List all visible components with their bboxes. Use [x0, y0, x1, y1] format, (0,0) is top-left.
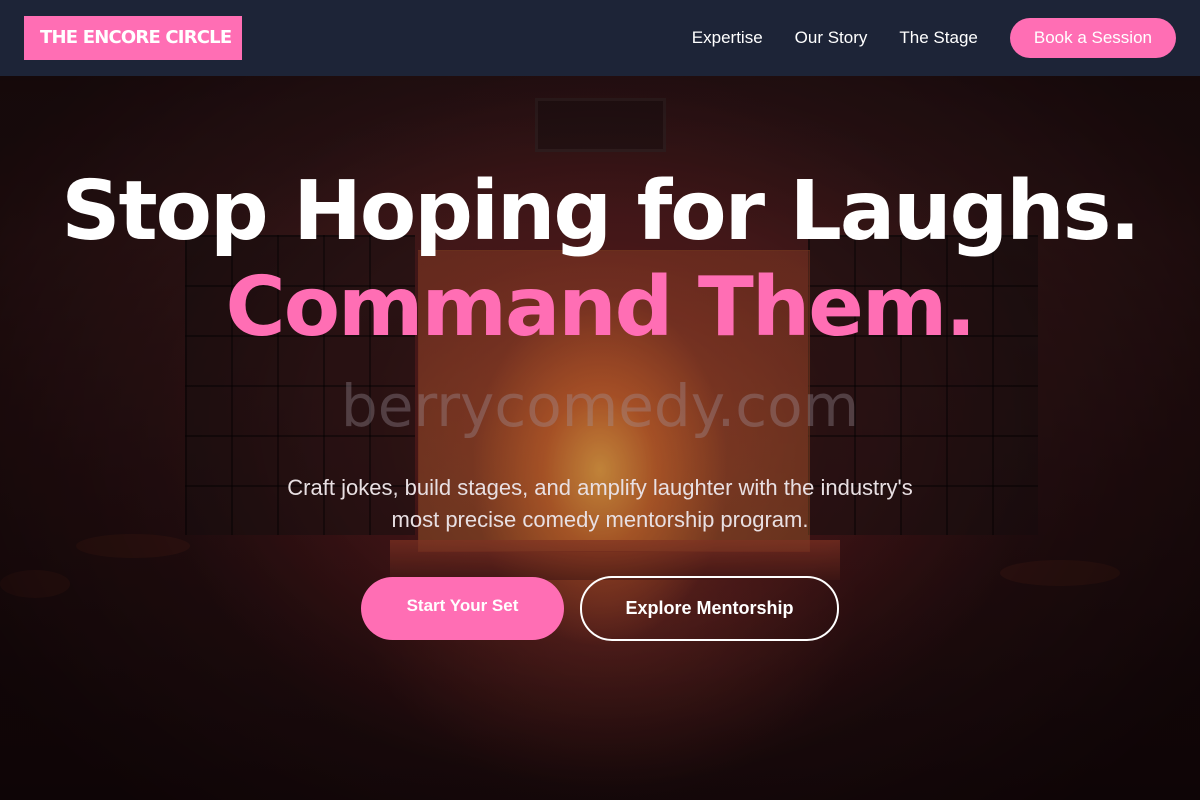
hero-headline: Stop Hoping for Laughs. Command Them.	[0, 164, 1200, 356]
headline-main-text: Stop Hoping for Laughs.	[61, 164, 1140, 259]
brand-logo[interactable]: THE ENCORE CIRCLE	[24, 16, 242, 60]
explore-mentorship-button[interactable]: Explore Mentorship	[580, 576, 839, 641]
watermark: berrycomedy.com	[340, 372, 860, 440]
book-session-button[interactable]: Book a Session	[1009, 18, 1176, 58]
hero-subtitle: Craft jokes, build stages, and amplify l…	[287, 475, 913, 532]
site-header: THE ENCORE CIRCLE Expertise Our Story Th…	[0, 0, 1200, 76]
hero-section: Stop Hoping for Laughs. Command Them. be…	[0, 0, 1200, 800]
start-your-set-button[interactable]: Start Your Set	[361, 577, 564, 640]
nav-link-the-stage[interactable]: The Stage	[899, 28, 977, 48]
nav-link-our-story[interactable]: Our Story	[795, 28, 868, 48]
hero-cta-row: Start Your Set Explore Mentorship	[0, 576, 1200, 641]
nav-link-expertise[interactable]: Expertise	[692, 28, 763, 48]
main-nav: Expertise Our Story The Stage Book a Ses…	[692, 18, 1176, 58]
headline-accent-text: Command Them.	[225, 260, 977, 355]
page: THE ENCORE CIRCLE Expertise Our Story Th…	[0, 0, 1200, 800]
